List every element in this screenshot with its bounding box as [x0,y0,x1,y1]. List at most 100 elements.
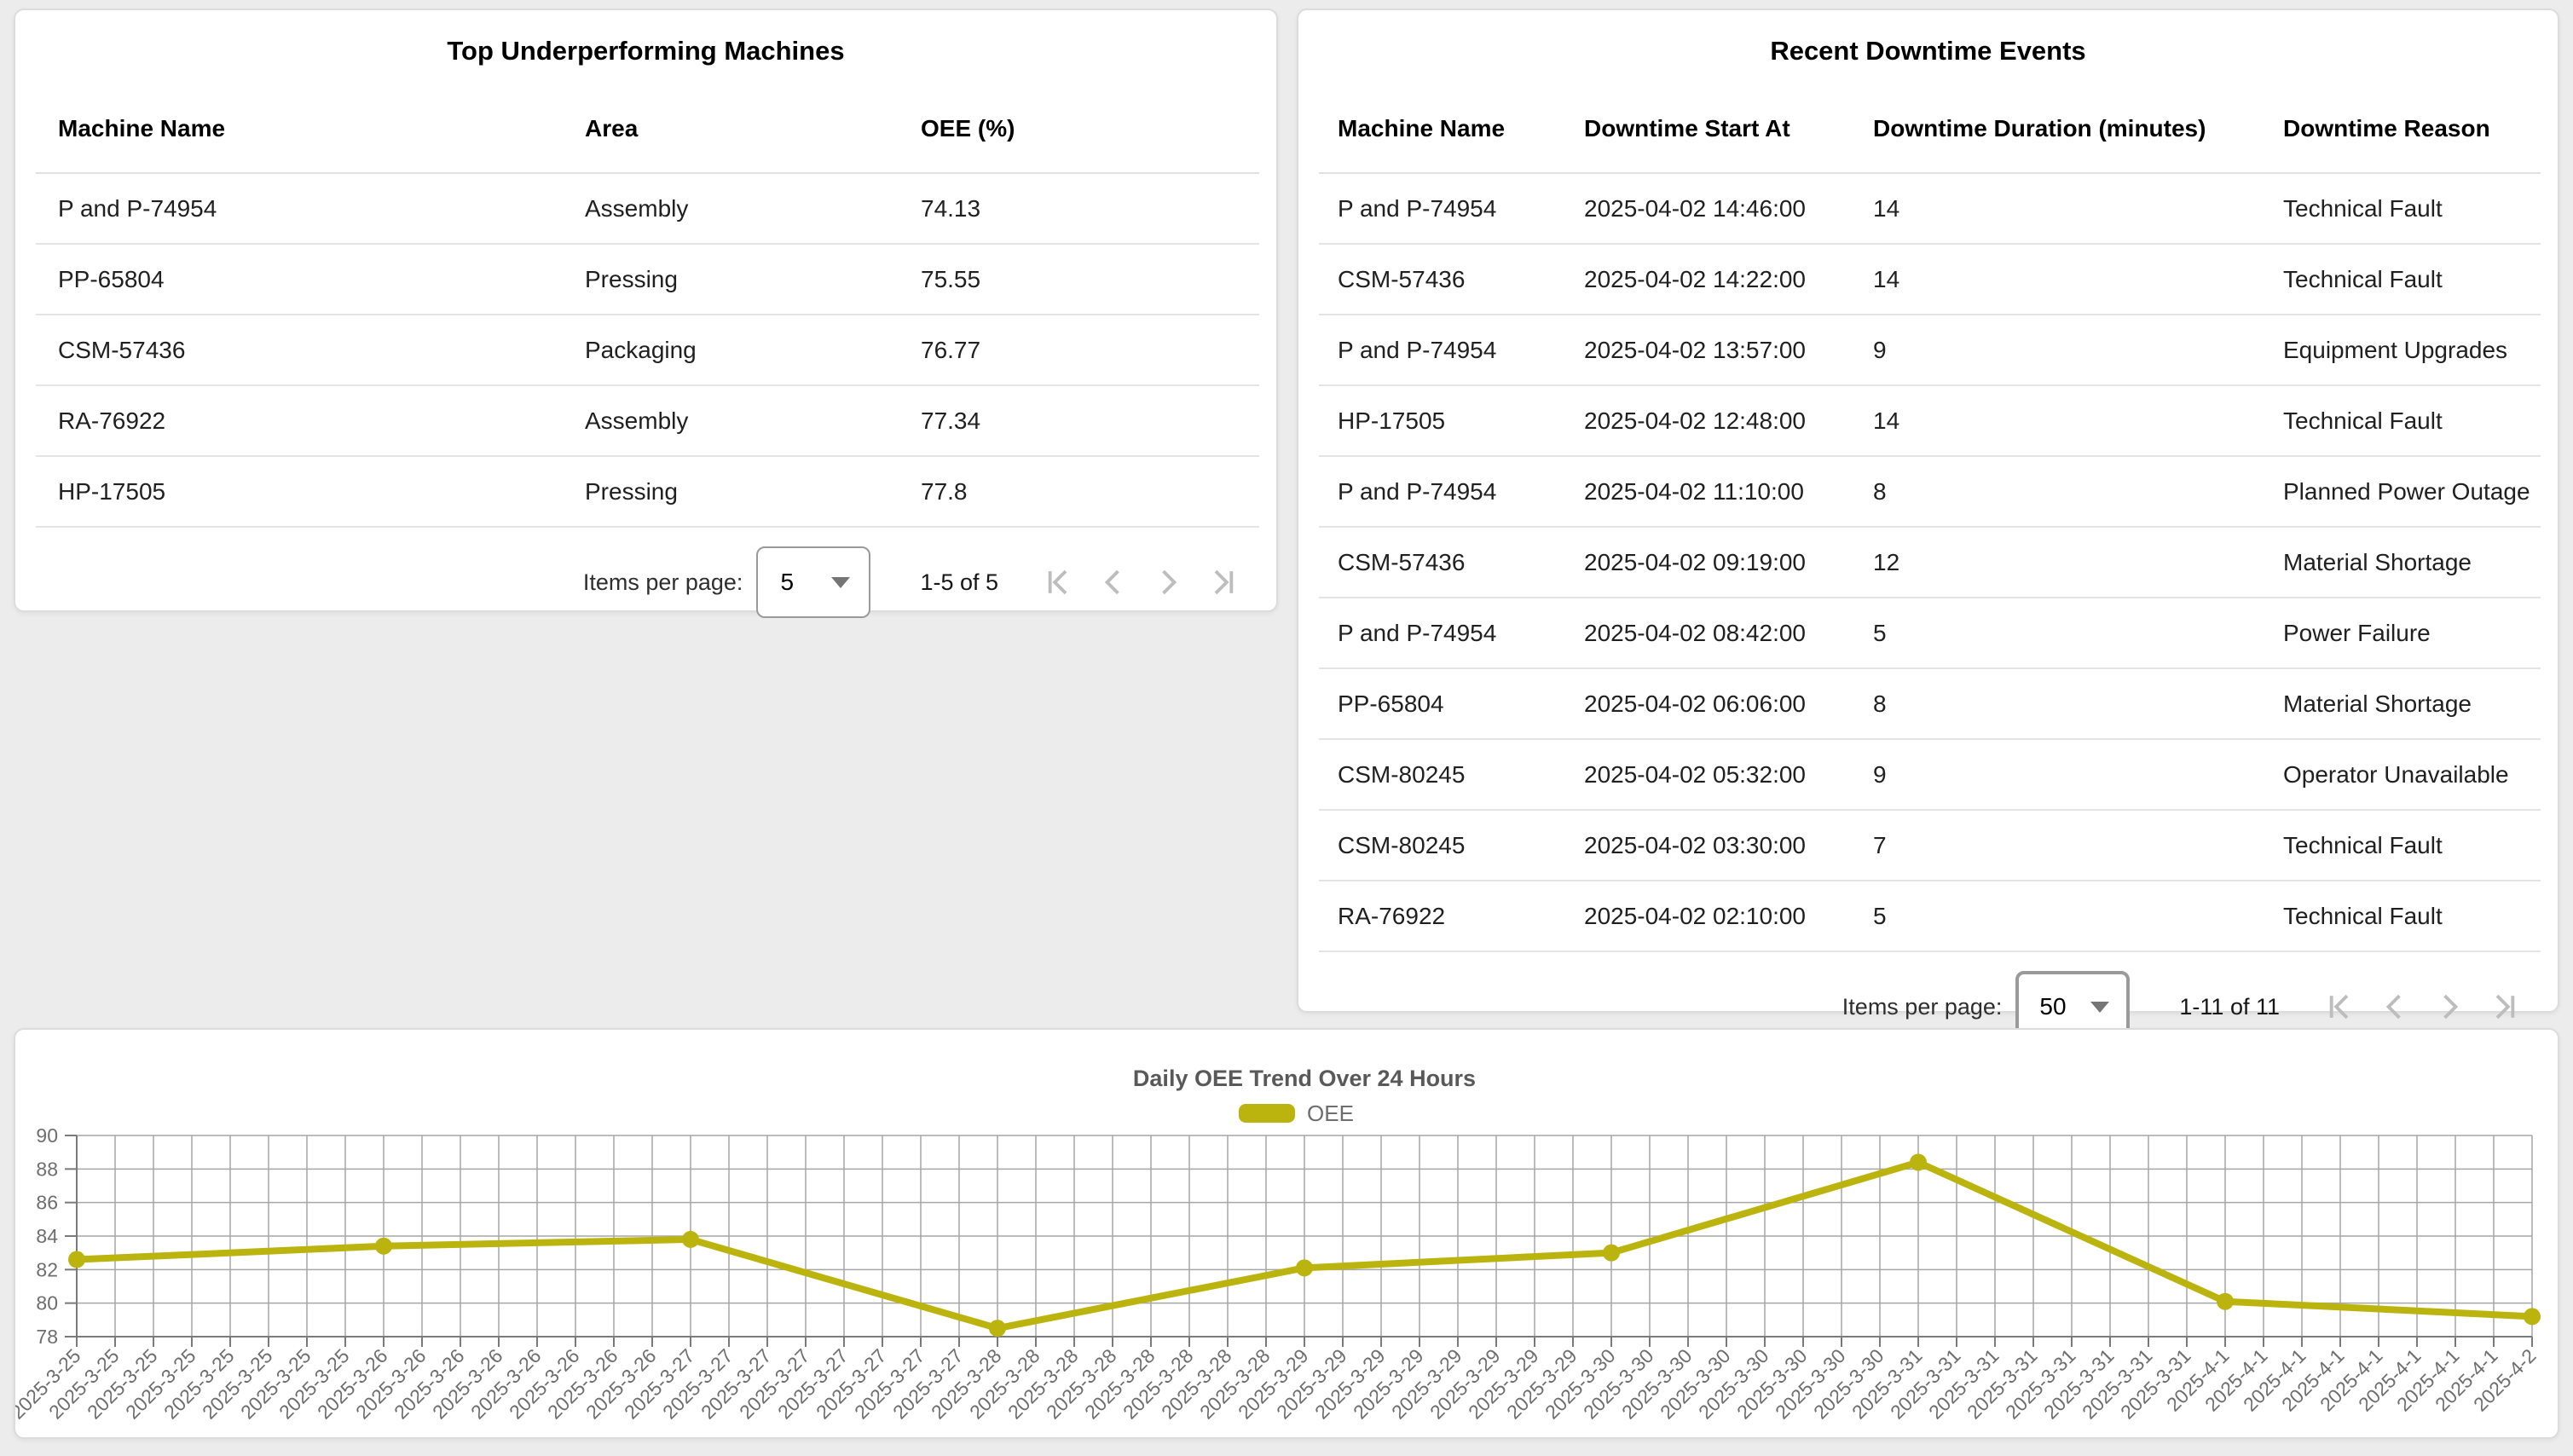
table-cell: RA-76922 [36,385,563,456]
table-cell: 2025-04-02 11:10:00 [1565,456,1854,527]
underperforming-machines-card: Top Underperforming Machines Machine Nam… [14,9,1278,612]
table-row: CSM-57436Packaging76.77 [36,315,1259,385]
y-axis-label: 88 [36,1158,58,1180]
table-cell: 14 [1854,173,2264,244]
column-header: Area [563,85,899,173]
table-cell: 8 [1854,456,2264,527]
items-per-page-label: Items per page: [1842,994,2003,1020]
y-axis-label: 82 [36,1258,58,1280]
chevron-down-icon [2090,1002,2109,1013]
data-point-marker[interactable] [2524,1308,2541,1325]
downtime-events-table: Machine NameDowntime Start AtDowntime Du… [1319,85,2541,952]
next-page-icon [2431,988,2469,1026]
table-cell: 74.13 [899,173,1259,244]
next-page-icon [1150,563,1188,601]
data-point-marker[interactable] [375,1238,392,1255]
underperforming-machines-table: Machine NameAreaOEE (%)P and P-74954Asse… [36,85,1259,528]
legend-swatch[interactable] [1239,1104,1295,1123]
card-title: Top Underperforming Machines [15,10,1276,66]
previous-page-icon [1094,563,1131,601]
data-point-marker[interactable] [1296,1259,1313,1276]
next-page-button[interactable] [1150,563,1188,601]
items-per-page-label: Items per page: [583,569,743,596]
page-size-value: 50 [2039,993,2066,1020]
previous-page-button[interactable] [1094,563,1131,601]
table-cell: 9 [1854,739,2264,810]
last-page-icon [2488,988,2525,1026]
table-row: P and P-749542025-04-02 14:46:0014Techni… [1319,173,2541,244]
data-point-marker[interactable] [68,1251,85,1268]
table-cell: 14 [1854,244,2264,315]
table-row: RA-76922Assembly77.34 [36,385,1259,456]
y-axis-label: 86 [36,1192,58,1214]
range-label: 1-11 of 11 [2179,994,2280,1020]
chevron-down-icon [831,577,850,588]
table-cell: P and P-74954 [1319,173,1565,244]
table-cell: PP-65804 [1319,668,1565,739]
data-point-marker[interactable] [989,1320,1006,1337]
table-cell: P and P-74954 [1319,456,1565,527]
table-row: HP-17505Pressing77.8 [36,456,1259,527]
page-size-value: 5 [780,569,794,596]
table-cell: 77.34 [899,385,1259,456]
data-point-marker[interactable] [1910,1153,1927,1170]
table-cell: 14 [1854,385,2264,456]
range-label: 1-5 of 5 [920,569,998,596]
table-row: P and P-749542025-04-02 13:57:009Equipme… [1319,315,2541,385]
column-header: Machine Name [1319,85,1565,173]
table-cell: CSM-57436 [36,315,563,385]
table-cell: 2025-04-02 13:57:00 [1565,315,1854,385]
table-cell: CSM-80245 [1319,739,1565,810]
table-row: CSM-574362025-04-02 14:22:0014Technical … [1319,244,2541,315]
table-cell: 2025-04-02 03:30:00 [1565,810,1854,881]
y-axis-label: 90 [36,1124,58,1147]
page-size-select[interactable]: 5 [756,546,870,618]
table-cell: 2025-04-02 14:22:00 [1565,244,1854,315]
table-cell: Assembly [563,385,899,456]
last-page-button[interactable] [2488,988,2525,1026]
table-cell: Packaging [563,315,899,385]
table-row: P and P-74954Assembly74.13 [36,173,1259,244]
table-cell: Material Shortage [2264,668,2541,739]
column-header: Downtime Duration (minutes) [1854,85,2264,173]
last-page-button[interactable] [1206,563,1244,601]
first-page-button[interactable] [1038,563,1075,601]
column-header: Downtime Start At [1565,85,1854,173]
table-cell: Pressing [563,456,899,527]
y-axis-label: 80 [36,1292,58,1314]
data-point-marker[interactable] [2217,1293,2234,1310]
table-paginator: Items per page: 5 1-5 of 5 [15,546,1276,618]
table-cell: Technical Fault [2264,881,2541,951]
card-title: Recent Downtime Events [1298,10,2558,66]
previous-page-button[interactable] [2375,988,2413,1026]
table-cell: 2025-04-02 02:10:00 [1565,881,1854,951]
table-cell: 12 [1854,527,2264,598]
table-cell: Technical Fault [2264,810,2541,881]
table-cell: Equipment Upgrades [2264,315,2541,385]
table-cell: Material Shortage [2264,527,2541,598]
table-cell: P and P-74954 [1319,315,1565,385]
next-page-button[interactable] [2431,988,2469,1026]
first-page-button[interactable] [2319,988,2356,1026]
table-cell: Pressing [563,244,899,315]
table-cell: 9 [1854,315,2264,385]
column-header: OEE (%) [899,85,1259,173]
downtime-events-card: Recent Downtime Events Machine NameDownt… [1297,9,2559,1013]
table-cell: 2025-04-02 08:42:00 [1565,598,1854,668]
chart-title: Daily OEE Trend Over 24 Hours [1133,1066,1476,1091]
table-cell: CSM-80245 [1319,810,1565,881]
table-cell: Operator Unavailable [2264,739,2541,810]
table-cell: 75.55 [899,244,1259,315]
first-page-icon [1038,563,1075,601]
table-row: PP-65804Pressing75.55 [36,244,1259,315]
table-cell: HP-17505 [36,456,563,527]
data-point-marker[interactable] [682,1231,699,1248]
table-cell: 8 [1854,668,2264,739]
legend-label[interactable]: OEE [1307,1101,1354,1126]
table-cell: RA-76922 [1319,881,1565,951]
table-cell: P and P-74954 [36,173,563,244]
table-cell: 2025-04-02 05:32:00 [1565,739,1854,810]
data-point-marker[interactable] [1603,1245,1620,1262]
table-row: RA-769222025-04-02 02:10:005Technical Fa… [1319,881,2541,951]
column-header: Downtime Reason [2264,85,2541,173]
